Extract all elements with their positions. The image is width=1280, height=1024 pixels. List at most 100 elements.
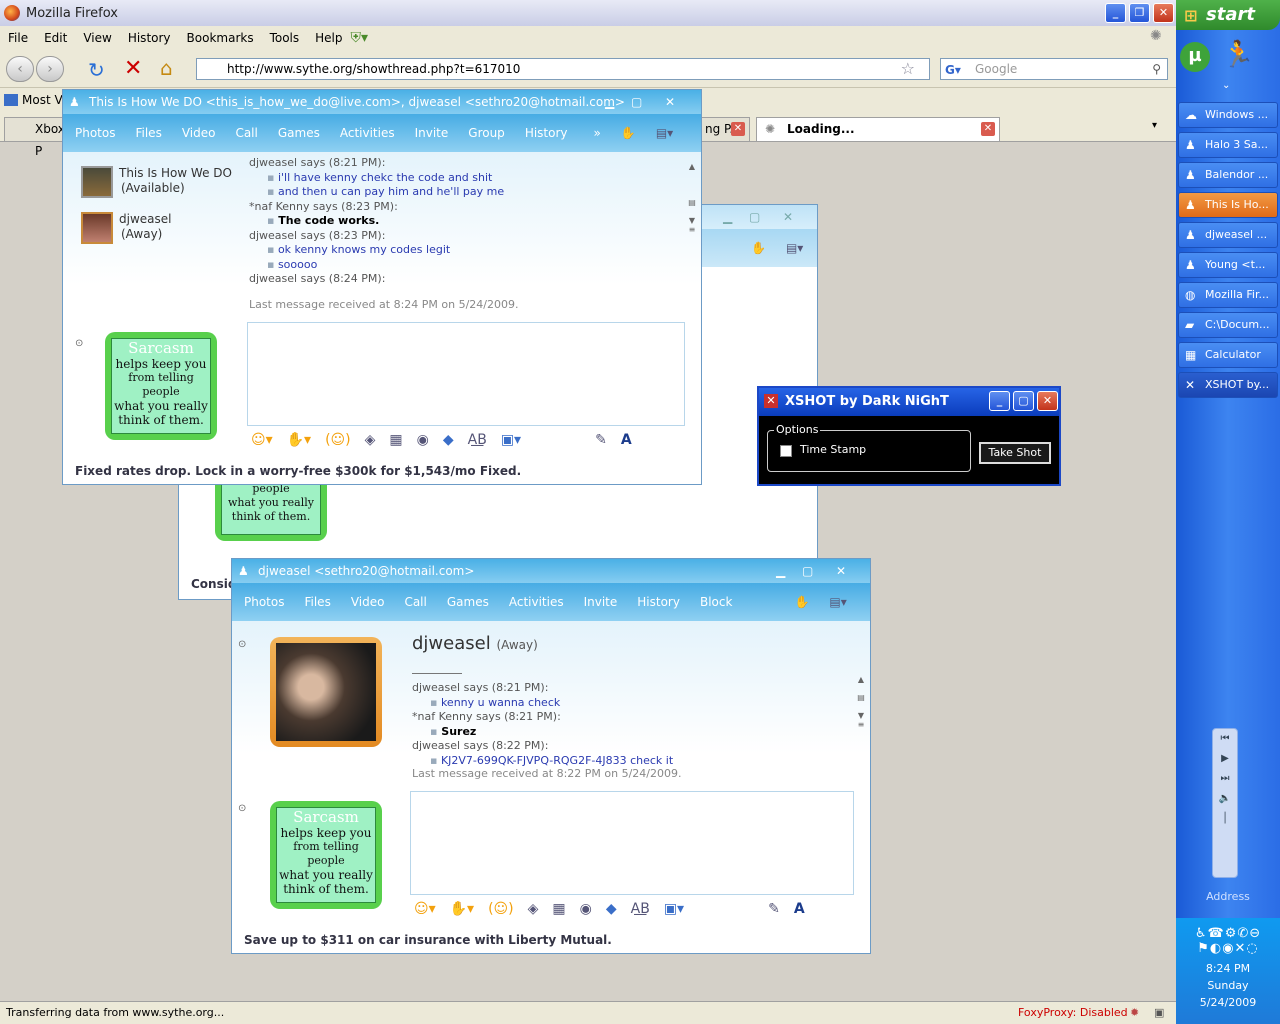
minimize-button[interactable]: ▁ [723, 205, 732, 229]
menu-games[interactable]: Games [447, 595, 489, 609]
menu-history[interactable]: History [637, 595, 680, 609]
search-input[interactable]: G▾ Google ⚲ [940, 58, 1168, 80]
tab-close-icon[interactable]: ✕ [981, 122, 995, 136]
utorrent-icon[interactable]: µ [1180, 42, 1210, 72]
emoticon-icon[interactable]: ☺▾ [414, 901, 436, 917]
collapse-icon[interactable]: ⊙ [238, 639, 246, 650]
xshot-window[interactable]: ✕ XSHOT by DaRk NiGhT _ ▢ ✕ Options Time… [757, 386, 1061, 486]
search-icon[interactable]: ⚲ [1152, 59, 1161, 79]
menu-file[interactable]: File [0, 31, 36, 45]
spellcheck-icon[interactable]: A͟B [468, 432, 487, 448]
tab-sythe[interactable]: ng P... ✕ [700, 117, 750, 141]
taskbar-item[interactable]: ♟ Halo 3 Sa... [1178, 132, 1278, 158]
menu-help[interactable]: Help [307, 31, 350, 45]
message-input[interactable] [247, 322, 685, 426]
chat-history[interactable]: djweasel says (8:21 PM): ▪ kenny u wanna … [412, 681, 852, 771]
chat-history[interactable]: djweasel says (8:21 PM): ▪ i'll have kenn… [249, 156, 685, 286]
menu-history[interactable]: History [525, 126, 568, 140]
volume-icon[interactable]: 🔈 [1213, 789, 1237, 809]
menu-files[interactable]: Files [304, 595, 330, 609]
handwriting-icon[interactable]: ✎ [768, 901, 780, 917]
taskbar-item[interactable]: ♟ Balendor ... [1178, 162, 1278, 188]
main-window-ad[interactable]: Fixed rates drop. Lock in a worry-free $… [75, 464, 521, 478]
wink-anim-icon[interactable]: ◉ [580, 901, 592, 917]
minimize-button[interactable]: _ [989, 391, 1010, 411]
taskbar-item[interactable]: ◍ Mozilla Fir... [1178, 282, 1278, 308]
taskbar-item[interactable]: ♟ Young <t... [1178, 252, 1278, 278]
menu-invite[interactable]: Invite [415, 126, 449, 140]
background-icon[interactable]: ▦ [389, 432, 402, 448]
close-button[interactable]: ✕ [836, 559, 846, 583]
emoticon-icon[interactable]: ✋ [621, 126, 636, 140]
handwriting-icon[interactable]: ✎ [595, 432, 607, 448]
menu-group[interactable]: Group [468, 126, 505, 140]
menu-view[interactable]: View [75, 31, 119, 45]
chat-scrollbar[interactable]: ▲ ▤ ▼ ≡ [687, 162, 697, 288]
play-icon[interactable]: ▶ [1213, 749, 1237, 769]
restore-button[interactable]: ❐ [1129, 3, 1150, 23]
timestamp-checkbox[interactable] [780, 445, 792, 457]
url-bar[interactable]: http://www.sythe.org/showthread.php?t=61… [196, 58, 930, 80]
message-input[interactable] [410, 791, 854, 895]
stop-icon[interactable]: ✕ [124, 56, 142, 81]
forward-button[interactable]: › [36, 56, 64, 82]
contact-entry[interactable]: djweasel (Away) [119, 212, 171, 242]
emoticon-icon[interactable]: ☺▾ [251, 432, 273, 448]
maximize-button[interactable]: ▢ [749, 205, 760, 229]
voice-clip-icon[interactable]: ◈ [528, 901, 539, 917]
emoticon-icon[interactable]: ✋ [751, 241, 766, 255]
taskbar-item[interactable]: ☁ Windows ... [1178, 102, 1278, 128]
menu-call[interactable]: Call [235, 126, 257, 140]
font-icon[interactable]: A [621, 432, 632, 448]
tray-icons[interactable]: ♿☎⚙✆⊖ ⚑◐◉✕◌ [1176, 918, 1280, 956]
nudge-icon[interactable]: (☺) [325, 432, 351, 448]
taskbar-item[interactable]: ♟ This Is Ho... [1178, 192, 1278, 218]
tab-loading[interactable]: ✺ Loading... ✕ [756, 117, 1000, 141]
menu-history[interactable]: History [120, 31, 179, 45]
msn-main-window[interactable]: ♟ This Is How We DO <this_is_how_we_do@l… [62, 89, 702, 485]
menu-photos[interactable]: Photos [244, 595, 284, 609]
dj-window-ad[interactable]: Save up to $311 on car insurance with Li… [244, 933, 612, 947]
maximize-button[interactable]: ▢ [631, 90, 642, 114]
minimize-button[interactable]: ▁ [605, 90, 614, 114]
google-icon[interactable]: G▾ [945, 60, 961, 80]
menu-bookmarks[interactable]: Bookmarks [179, 31, 262, 45]
minimize-button[interactable]: _ [1105, 3, 1126, 23]
share-icon[interactable]: ▣▾ [664, 901, 684, 917]
wink-anim-icon[interactable]: ◉ [417, 432, 429, 448]
clock-time[interactable]: 8:24 PM [1176, 962, 1280, 975]
voice-clip-icon[interactable]: ◈ [365, 432, 376, 448]
games-icon[interactable]: ◆ [443, 432, 454, 448]
taskbar-item[interactable]: ▦ Calculator [1178, 342, 1278, 368]
games-icon[interactable]: ◆ [606, 901, 617, 917]
minimize-button[interactable]: ▁ [776, 559, 785, 583]
spellcheck-icon[interactable]: A͟B [631, 901, 650, 917]
expand-icon[interactable]: ⌄ [1222, 80, 1230, 91]
start-button[interactable]: ⊞ start [1176, 0, 1280, 30]
previous-icon[interactable]: ⏮ [1213, 729, 1237, 749]
menu-games[interactable]: Games [278, 126, 320, 140]
font-icon[interactable]: A [794, 901, 805, 917]
tab-list-icon[interactable]: ▾ [1152, 120, 1157, 131]
menu-tools[interactable]: Tools [262, 31, 308, 45]
close-button[interactable]: ✕ [783, 205, 793, 229]
back-button[interactable]: ‹ [6, 56, 34, 82]
maximize-button[interactable]: ▢ [802, 559, 813, 583]
nudge-icon[interactable]: (☺) [488, 901, 514, 917]
take-shot-button[interactable]: Take Shot [979, 442, 1051, 464]
close-button[interactable]: ✕ [1153, 3, 1174, 23]
taskbar-item[interactable]: ✕ XSHOT by... [1178, 372, 1278, 398]
network-icon[interactable]: ▣ [1154, 1002, 1164, 1024]
menu-photos[interactable]: Photos [75, 126, 115, 140]
media-controls[interactable]: ⏮ ▶ ⏭ 🔈 │ [1212, 728, 1238, 878]
menu-activities[interactable]: Activities [340, 126, 395, 140]
wink-icon[interactable]: ✋▾ [450, 901, 474, 917]
menu-block[interactable]: Block [700, 595, 732, 609]
menu-video[interactable]: Video [351, 595, 385, 609]
contact-entry[interactable]: This Is How We DO (Available) [119, 166, 232, 196]
collapse-icon[interactable]: ⊙ [75, 338, 83, 349]
menu-call[interactable]: Call [404, 595, 426, 609]
menu-more[interactable]: » [594, 126, 601, 140]
addon-icon[interactable]: ✹ [1130, 1002, 1139, 1024]
tab-xbox[interactable]: Xbox P [4, 117, 65, 158]
